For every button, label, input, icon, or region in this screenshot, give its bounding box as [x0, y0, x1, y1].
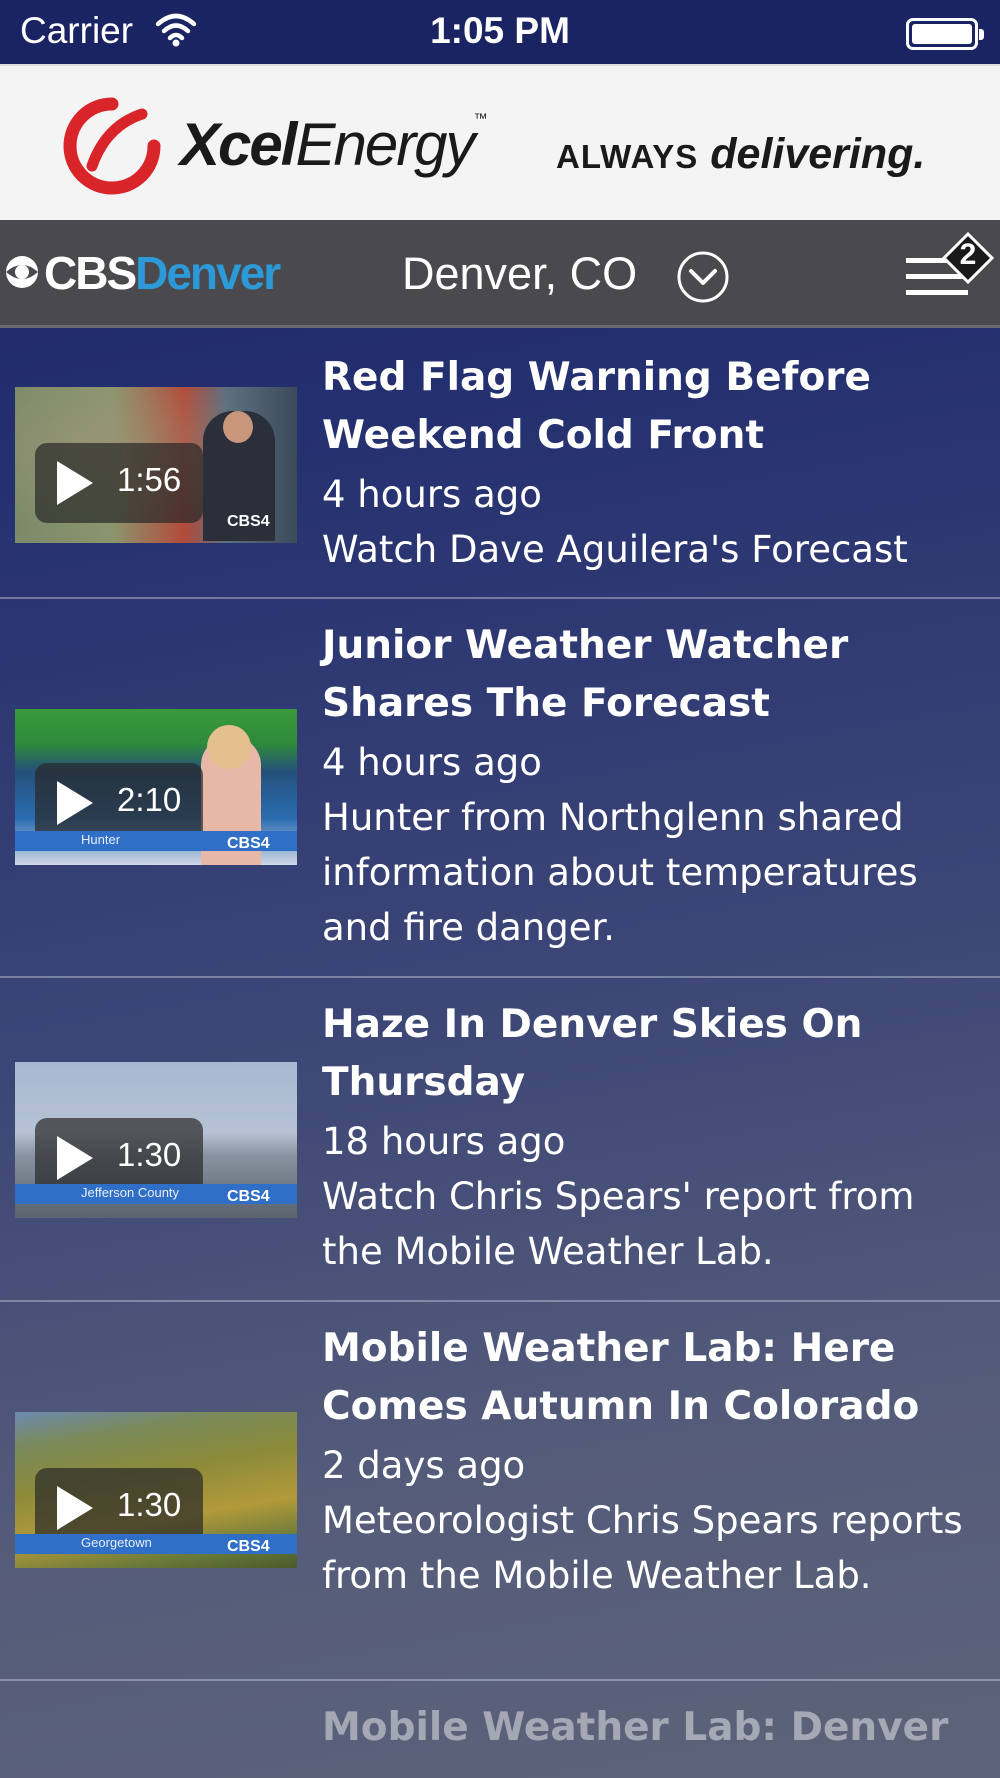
cbs4-bug: CBS4	[227, 1538, 270, 1555]
location-selector[interactable]: Denver, CO	[402, 248, 637, 300]
lower-third-text: Georgetown	[81, 1535, 152, 1550]
item-title[interactable]: Mobile Weather Lab: Denver	[322, 1699, 982, 1757]
item-title[interactable]: Red Flag Warning Before Weekend Cold Fro…	[322, 349, 982, 465]
item-time: 4 hours ago	[322, 473, 542, 516]
cbs4-bug: CBS4	[227, 835, 270, 852]
item-description: Hunter from Northglenn shared informatio…	[322, 796, 918, 949]
ad-tagline-always: ALWAYS	[556, 138, 699, 175]
item-title[interactable]: Junior Weather Watcher Shares The Foreca…	[322, 617, 982, 733]
video-thumbnail[interactable]: 1:30 Georgetown CBS4	[15, 1412, 297, 1568]
item-text: Mobile Weather Lab: Denver	[322, 1699, 982, 1757]
video-duration: 1:30	[117, 1136, 182, 1173]
ad-brand-bold: Xcel	[180, 111, 297, 178]
video-thumbnail[interactable]: 1:56 CBS4	[15, 387, 297, 543]
ad-tagline-delivering: delivering.	[710, 130, 926, 178]
play-icon	[57, 1136, 93, 1180]
list-item[interactable]: 1:30 Georgetown CBS4 Mobile Weather Lab:…	[0, 1302, 1000, 1681]
notification-count: 2	[959, 238, 977, 271]
play-icon	[57, 781, 93, 825]
ad-banner[interactable]: XcelEnergy™ ALWAYS delivering.	[0, 64, 1000, 220]
item-text: Mobile Weather Lab: Here Comes Autumn In…	[322, 1320, 982, 1603]
cbs4-bug: CBS4	[227, 1188, 270, 1205]
list-item[interactable]: 2:10 Hunter CBS4 Junior Weather Watcher …	[0, 599, 1000, 978]
app-screen: Carrier 1:05 PM XcelEnergy™ ALWAYS deliv…	[0, 0, 1000, 1778]
item-title[interactable]: Mobile Weather Lab: Here Comes Autumn In…	[322, 1320, 982, 1436]
logo-city-text: Denver	[135, 247, 281, 299]
lower-third-text: Jefferson County	[81, 1185, 180, 1200]
list-item[interactable]: 1:30 Jefferson County CBS4 Haze In Denve…	[0, 978, 1000, 1302]
item-text: Red Flag Warning Before Weekend Cold Fro…	[322, 349, 982, 577]
item-description: Watch Chris Spears' report from the Mobi…	[322, 1175, 915, 1273]
play-icon	[57, 1486, 93, 1530]
item-time: 18 hours ago	[322, 1120, 566, 1163]
list-item[interactable]: 1:56 CBS4 Red Flag Warning Before Weeken…	[0, 331, 1000, 599]
play-button[interactable]: 1:56	[35, 443, 203, 523]
play-icon	[57, 461, 93, 505]
ad-brand-light: Energy	[295, 111, 475, 178]
status-time: 1:05 PM	[430, 10, 570, 51]
item-text: Junior Weather Watcher Shares The Foreca…	[322, 617, 982, 955]
item-text: Haze In Denver Skies On Thursday 18 hour…	[322, 996, 982, 1279]
logo-cbs-text: CBS	[44, 247, 137, 299]
video-thumbnail[interactable]: 2:10 Hunter CBS4	[15, 709, 297, 865]
item-description: Watch Dave Aguilera's Forecast	[322, 528, 908, 571]
item-time: 4 hours ago	[322, 741, 542, 784]
video-duration: 1:30	[117, 1486, 182, 1523]
status-bar: Carrier 1:05 PM	[0, 0, 1000, 64]
video-thumbnail[interactable]: 1:30 Jefferson County CBS4	[15, 1062, 297, 1218]
video-duration: 1:56	[117, 461, 182, 498]
item-time: 2 days ago	[322, 1444, 526, 1487]
video-duration: 2:10	[117, 781, 182, 818]
lower-third-text: Hunter	[81, 832, 121, 847]
chevron-down-icon[interactable]	[676, 250, 730, 304]
cbs-eye-icon	[6, 256, 38, 288]
cbs-denver-logo[interactable]: CBSDenver	[44, 246, 281, 300]
battery-icon	[906, 18, 984, 50]
xcel-logo-icon	[63, 97, 161, 195]
cbs4-bug: CBS4	[227, 513, 270, 530]
item-description: Meteorologist Chris Spears reports from …	[322, 1499, 963, 1597]
ad-brand-name: XcelEnergy™	[180, 110, 488, 178]
nav-bar: CBSDenver Denver, CO 2	[0, 220, 1000, 328]
list-item[interactable]: Mobile Weather Lab: Denver	[0, 1681, 1000, 1778]
ad-tagline: ALWAYS delivering.	[556, 130, 925, 179]
item-title[interactable]: Haze In Denver Skies On Thursday	[322, 996, 982, 1112]
